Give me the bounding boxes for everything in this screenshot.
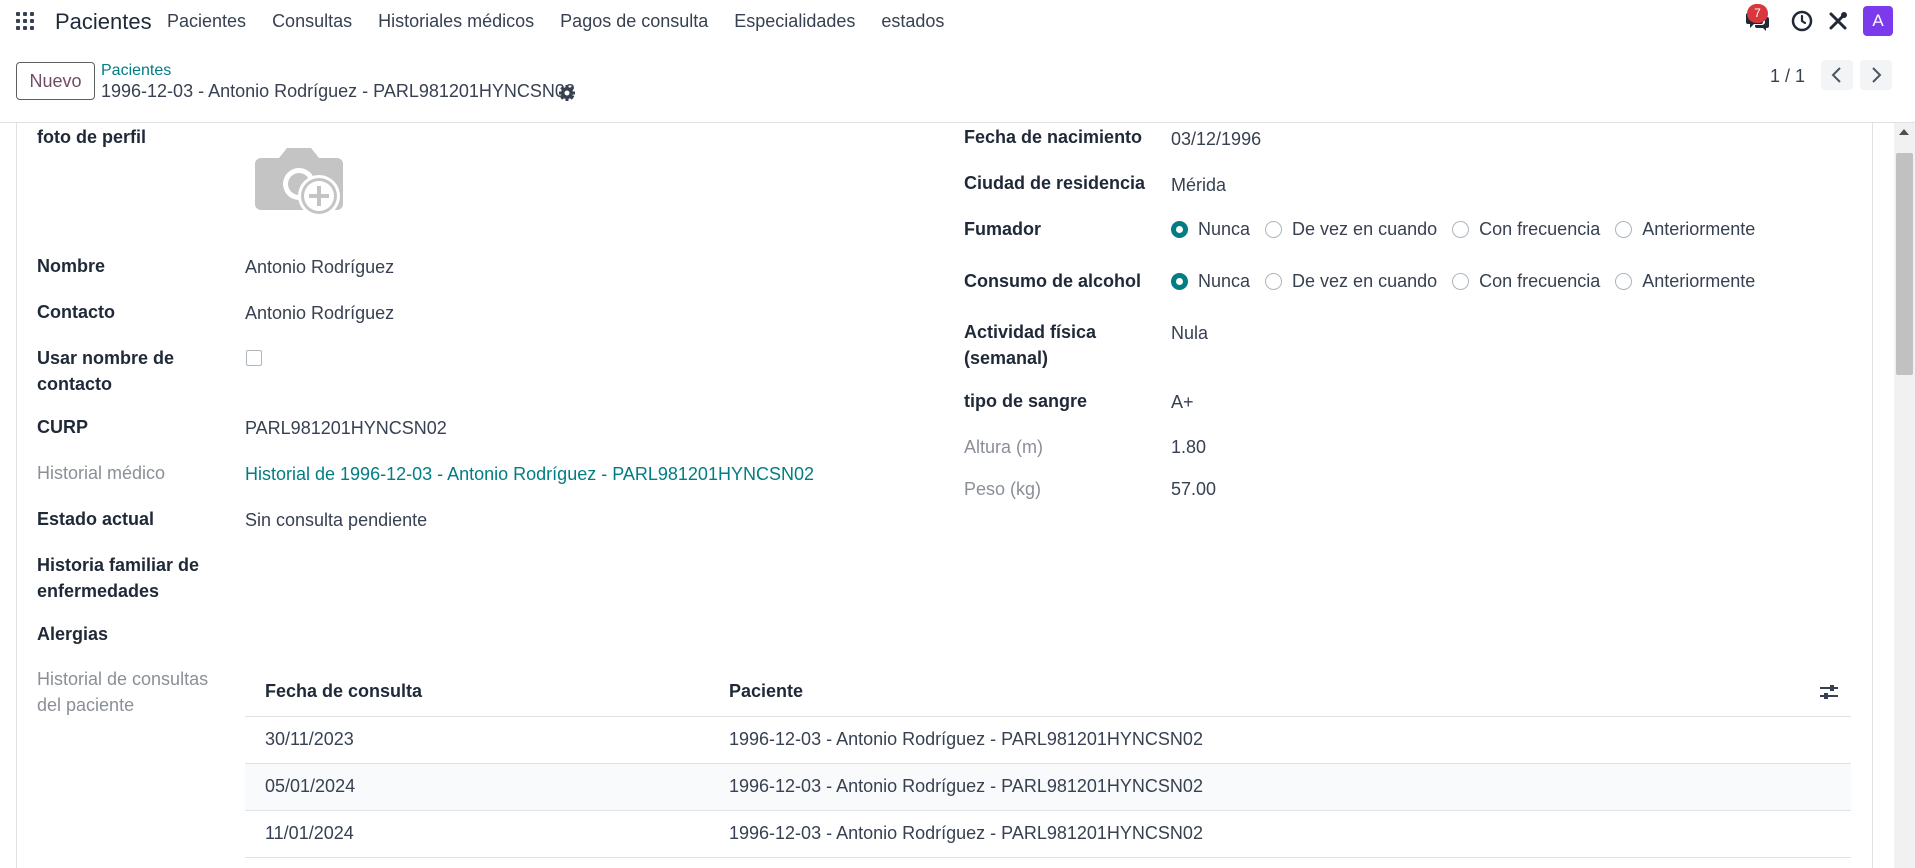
menu-item-pacientes[interactable]: Pacientes	[167, 11, 246, 32]
table-header: Fecha de consulta Paciente	[245, 668, 1851, 717]
menu-item-historiales[interactable]: Historiales médicos	[378, 11, 534, 32]
new-button[interactable]: Nuevo	[16, 62, 95, 100]
main-menu: Pacientes Consultas Historiales médicos …	[167, 11, 970, 32]
nombre-field[interactable]: Antonio Rodríguez	[245, 254, 394, 280]
estado-field: Sin consulta pendiente	[245, 510, 428, 530]
cell-fecha: 11/01/2024	[265, 823, 354, 843]
estado-label: Estado actual	[37, 509, 155, 529]
alcohol-option-nunca[interactable]: Nunca	[1171, 271, 1250, 292]
cell-paciente: 1996-12-03 - Antonio Rodríguez - PARL981…	[729, 729, 1203, 749]
cell-fecha: 05/01/2024	[265, 776, 356, 796]
control-panel: Nuevo Pacientes 1996-12-03 - Antonio Rod…	[0, 44, 1915, 123]
alergias-label: Alergias	[37, 624, 109, 644]
table-row[interactable]: 05/01/2024 1996-12-03 - Antonio Rodrígue…	[245, 764, 1851, 811]
historial-link[interactable]: Historial de 1996-12-03 - Antonio Rodríg…	[245, 461, 814, 487]
fumador-label: Fumador	[964, 219, 1042, 239]
nombre-label: Nombre	[37, 256, 106, 276]
pager-next-button[interactable]	[1860, 60, 1892, 90]
alcohol-radio-group: Nunca De vez en cuando Con frecuencia An…	[1171, 271, 1770, 292]
fumador-option-nunca[interactable]: Nunca	[1171, 219, 1250, 240]
usar-nombre-checkbox[interactable]	[246, 350, 262, 366]
alcohol-option-frecuencia[interactable]: Con frecuencia	[1452, 271, 1600, 292]
altura-field: 1.80	[1171, 437, 1207, 457]
table-row[interactable]: 11/01/2024 1996-12-03 - Antonio Rodrígue…	[245, 811, 1851, 858]
pager-previous-button[interactable]	[1821, 60, 1853, 90]
fumador-option-de-vez[interactable]: De vez en cuando	[1265, 219, 1437, 240]
breadcrumb-current: 1996-12-03 - Antonio Rodríguez - PARL981…	[101, 81, 575, 101]
ciudad-field[interactable]: Mérida	[1171, 172, 1226, 198]
contacto-label: Contacto	[37, 302, 115, 322]
peso-label: Peso (kg)	[964, 479, 1042, 499]
historial-label: Historial médico	[37, 463, 166, 483]
scroll-thumb[interactable]	[1896, 153, 1913, 375]
menu-item-estados[interactable]: estados	[881, 11, 944, 32]
cell-fecha: 30/11/2023	[265, 729, 354, 749]
breadcrumb-parent[interactable]: Pacientes	[101, 62, 171, 80]
fumador-option-anteriormente[interactable]: Anteriormente	[1615, 219, 1755, 240]
usar-nombre-label: Usar nombre de contacto	[37, 348, 175, 394]
peso-field: 57.00	[1171, 479, 1217, 499]
alcohol-option-anteriormente[interactable]: Anteriormente	[1615, 271, 1755, 292]
cell-paciente: 1996-12-03 - Antonio Rodríguez - PARL981…	[729, 776, 1203, 796]
cell-paciente: 1996-12-03 - Antonio Rodríguez - PARL981…	[729, 823, 1203, 843]
actividad-field[interactable]: Nula	[1171, 320, 1208, 346]
consultas-table: Fecha de consulta Paciente 30/11/2023 19…	[245, 668, 1851, 858]
gear-icon[interactable]	[558, 84, 576, 102]
pager-value[interactable]: 1 / 1	[1770, 66, 1805, 87]
top-navbar: Pacientes Pacientes Consultas Historiale…	[0, 0, 1915, 44]
column-fecha-consulta[interactable]: Fecha de consulta	[265, 681, 422, 702]
table-row[interactable]: 30/11/2023 1996-12-03 - Antonio Rodrígue…	[245, 717, 1851, 764]
alcohol-label: Consumo de alcohol	[964, 271, 1142, 291]
historia-familiar-label: Historia familiar de enfermedades	[37, 555, 200, 601]
sangre-label: tipo de sangre	[964, 391, 1088, 411]
sangre-field[interactable]: A+	[1171, 389, 1194, 415]
ciudad-label: Ciudad de residencia	[964, 173, 1146, 193]
curp-field[interactable]: PARL981201HYNCSN02	[245, 415, 447, 441]
fumador-option-frecuencia[interactable]: Con frecuencia	[1452, 219, 1600, 240]
photo-label: foto de perfil	[37, 127, 146, 147]
menu-item-especialidades[interactable]: Especialidades	[734, 11, 855, 32]
app-brand[interactable]: Pacientes	[55, 9, 152, 35]
scroll-up-arrow-icon[interactable]	[1899, 129, 1909, 135]
alcohol-option-de-vez[interactable]: De vez en cuando	[1265, 271, 1437, 292]
vertical-scrollbar[interactable]	[1894, 123, 1915, 868]
historial-consultas-label: Historial de consultas del paciente	[37, 669, 209, 715]
nacimiento-label: Fecha de nacimiento	[964, 127, 1143, 147]
chevron-left-icon	[1831, 67, 1841, 83]
menu-item-pagos[interactable]: Pagos de consulta	[560, 11, 708, 32]
messages-badge: 7	[1747, 4, 1768, 23]
optional-columns-icon[interactable]	[1819, 682, 1839, 702]
clock-icon[interactable]	[1791, 10, 1813, 32]
user-avatar[interactable]: A	[1863, 6, 1893, 36]
nacimiento-field[interactable]: 03/12/1996	[1171, 126, 1261, 152]
tools-icon[interactable]	[1827, 10, 1849, 32]
curp-label: CURP	[37, 417, 89, 437]
apps-menu-icon[interactable]	[16, 12, 34, 30]
camera-add-icon[interactable]	[255, 140, 347, 222]
menu-item-consultas[interactable]: Consultas	[272, 11, 352, 32]
actividad-label: Actividad física (semanal)	[964, 322, 1097, 368]
fumador-radio-group: Nunca De vez en cuando Con frecuencia An…	[1171, 219, 1770, 240]
chevron-right-icon	[1872, 67, 1882, 83]
column-paciente[interactable]: Paciente	[729, 681, 803, 702]
altura-label: Altura (m)	[964, 437, 1044, 457]
contacto-field[interactable]: Antonio Rodríguez	[245, 300, 394, 326]
